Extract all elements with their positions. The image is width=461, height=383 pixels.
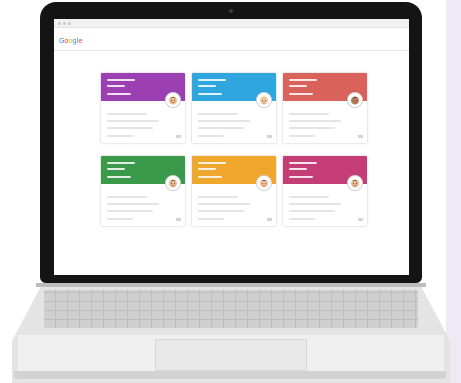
card-title-placeholder	[107, 93, 131, 95]
folder-icon[interactable]	[358, 135, 363, 138]
card-title-placeholder	[289, 168, 307, 170]
google-logo: Google	[59, 37, 83, 45]
class-card[interactable]	[192, 156, 276, 226]
card-text-placeholder	[289, 135, 315, 137]
class-card[interactable]	[192, 73, 276, 143]
card-text-placeholder	[289, 203, 341, 205]
folder-icon[interactable]	[358, 218, 363, 221]
card-text-placeholder	[289, 113, 329, 115]
card-title-placeholder	[289, 79, 317, 81]
card-text-placeholder	[107, 113, 147, 115]
class-card[interactable]	[101, 73, 185, 143]
card-title-placeholder	[289, 162, 317, 164]
card-text-placeholder	[289, 210, 335, 212]
card-text-placeholder	[289, 196, 329, 198]
browser-tab-bar	[54, 19, 409, 28]
boy-avatar-icon	[165, 175, 181, 191]
boy-avatar-icon	[165, 92, 181, 108]
card-title-placeholder	[198, 93, 222, 95]
background-strip	[446, 0, 461, 383]
laptop-screen: Google	[54, 19, 409, 275]
card-text-placeholder	[107, 210, 153, 212]
card-title-placeholder	[107, 85, 125, 87]
window-dot-icon[interactable]	[63, 22, 66, 25]
card-title-placeholder	[289, 93, 313, 95]
boy-avatar-icon	[347, 175, 363, 191]
card-text-placeholder	[198, 203, 250, 205]
camera-icon	[229, 9, 233, 13]
folder-icon[interactable]	[176, 135, 181, 138]
card-text-placeholder	[289, 218, 315, 220]
card-text-placeholder	[107, 120, 159, 122]
card-text-placeholder	[198, 113, 238, 115]
laptop-hinge	[36, 283, 426, 287]
laptop-base-edge	[14, 371, 446, 379]
folder-icon[interactable]	[176, 218, 181, 221]
card-title-placeholder	[198, 79, 226, 81]
card-text-placeholder	[107, 127, 153, 129]
class-card[interactable]	[283, 156, 367, 226]
class-card[interactable]	[101, 156, 185, 226]
card-text-placeholder	[198, 218, 224, 220]
card-text-placeholder	[107, 203, 159, 205]
card-text-placeholder	[107, 196, 147, 198]
card-title-placeholder	[107, 176, 131, 178]
card-text-placeholder	[198, 120, 250, 122]
window-dot-icon[interactable]	[58, 22, 61, 25]
laptop-lid: Google	[40, 2, 422, 283]
card-title-placeholder	[198, 176, 222, 178]
card-title-placeholder	[198, 162, 226, 164]
card-text-placeholder	[198, 210, 244, 212]
card-title-placeholder	[198, 168, 216, 170]
trackpad	[155, 339, 307, 371]
header-divider	[54, 50, 409, 51]
dark-hair-avatar-icon	[347, 92, 363, 108]
card-title-placeholder	[289, 85, 307, 87]
card-title-placeholder	[107, 79, 135, 81]
folder-icon[interactable]	[267, 218, 272, 221]
card-text-placeholder	[198, 135, 224, 137]
class-card[interactable]	[283, 73, 367, 143]
folder-icon[interactable]	[267, 135, 272, 138]
card-text-placeholder	[198, 196, 238, 198]
window-controls	[58, 22, 71, 25]
card-title-placeholder	[107, 168, 125, 170]
card-title-placeholder	[198, 85, 216, 87]
card-title-placeholder	[289, 176, 313, 178]
card-title-placeholder	[107, 162, 135, 164]
card-text-placeholder	[107, 218, 133, 220]
card-text-placeholder	[198, 127, 244, 129]
card-text-placeholder	[289, 127, 335, 129]
window-dot-icon[interactable]	[68, 22, 71, 25]
card-text-placeholder	[107, 135, 133, 137]
keyboard	[44, 290, 418, 328]
blonde-girl-avatar-icon	[256, 92, 272, 108]
girl-avatar-icon	[256, 175, 272, 191]
card-text-placeholder	[289, 120, 341, 122]
